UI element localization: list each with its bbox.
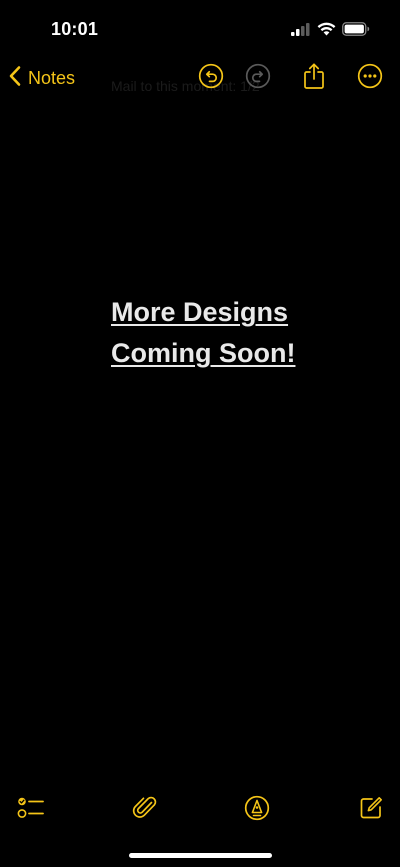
undo-button[interactable] [197, 63, 225, 94]
note-line-2: Coming Soon! [111, 338, 296, 368]
share-button[interactable] [300, 62, 328, 95]
nav-bar: Notes Mail to this moment: 1/2 [0, 56, 400, 100]
checklist-button[interactable] [17, 796, 45, 824]
compose-button[interactable] [357, 796, 385, 824]
more-button[interactable] [356, 63, 384, 94]
redo-icon [245, 63, 271, 94]
wifi-icon [317, 22, 336, 41]
note-line-1: More Designs [111, 297, 289, 327]
markup-button[interactable] [243, 795, 271, 826]
markup-pen-icon [244, 795, 270, 826]
chevron-left-icon [8, 65, 22, 92]
status-icons [291, 22, 370, 41]
compose-icon [358, 795, 384, 826]
cellular-signal-icon [291, 22, 311, 41]
attachment-icon [132, 794, 158, 827]
back-button[interactable]: Notes [8, 64, 75, 92]
status-time: 10:01 [51, 19, 99, 39]
more-icon [357, 63, 383, 94]
undo-icon [198, 63, 224, 94]
note-ghost-title: Mail to this moment: 1/2 [111, 78, 260, 94]
back-label: Notes [28, 67, 76, 88]
attachment-button[interactable] [131, 796, 159, 824]
note-body[interactable]: More Designs Coming Soon! [111, 292, 361, 374]
share-icon [302, 62, 326, 95]
bottom-toolbar [0, 790, 400, 830]
redo-button[interactable] [244, 63, 272, 94]
status-bar: 10:01 [0, 0, 400, 56]
checklist-icon [17, 796, 45, 825]
battery-icon [342, 22, 370, 41]
home-indicator [129, 853, 272, 858]
